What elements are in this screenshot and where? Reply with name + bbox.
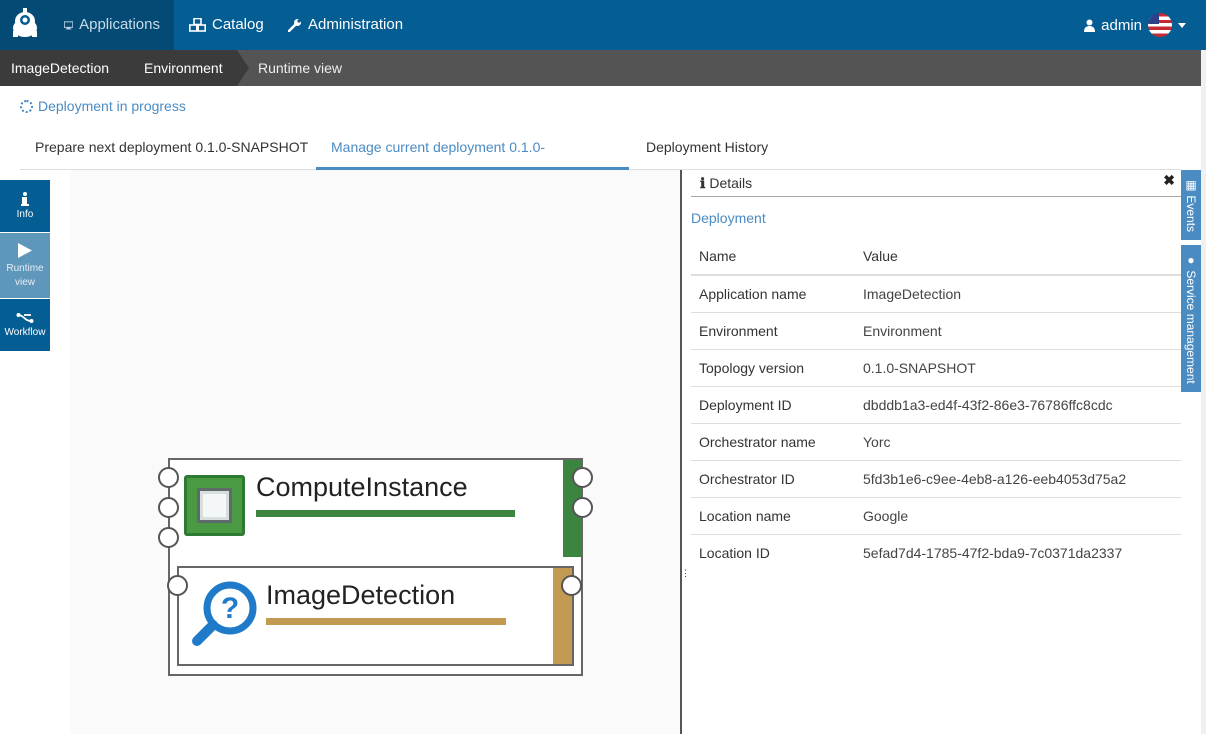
table-row: Location ID 5efad7d4-1785-47f2-bda9-7c03… <box>691 534 1181 571</box>
side-item-info-label: Info <box>16 209 34 220</box>
wrench-icon <box>288 19 301 32</box>
row-key: Orchestrator ID <box>691 460 855 498</box>
breadcrumb-environment[interactable]: Environment <box>124 50 237 86</box>
app-capability-port[interactable] <box>561 575 582 596</box>
app-node-underline <box>266 618 506 625</box>
events-icon: ▦ <box>1184 177 1198 196</box>
close-icon[interactable]: ✖ <box>1163 172 1175 189</box>
cpu-chip-icon <box>184 475 245 536</box>
compute-requirement-port[interactable] <box>158 497 179 518</box>
chevron-down-icon <box>1178 22 1186 28</box>
table-row: Application name ImageDetection <box>691 275 1181 313</box>
info-icon <box>21 192 29 206</box>
row-value: 5efad7d4-1785-47f2-bda9-7c0371da2337 <box>863 544 1123 561</box>
details-panel: ℹ Details ✖ Deployment Name Value Applic… <box>691 170 1181 734</box>
column-header-name: Name <box>691 237 855 276</box>
breadcrumb: ImageDetection Environment Runtime view <box>0 50 1201 86</box>
table-row: Environment Environment <box>691 312 1181 350</box>
events-tab[interactable]: ▦ Events <box>1181 170 1201 240</box>
deployment-status: Deployment in progress <box>20 98 186 114</box>
row-key: Deployment ID <box>691 386 855 424</box>
monitor-icon <box>64 20 74 29</box>
cubes-icon <box>189 18 206 32</box>
app-node-name: ImageDetection <box>266 580 456 610</box>
app-requirement-port[interactable] <box>167 575 188 596</box>
logo-icon <box>13 8 37 37</box>
workflow-icon <box>16 313 34 323</box>
compute-requirement-port[interactable] <box>158 527 179 548</box>
table-row: Orchestrator ID 5fd3b1e6-c9ee-4eb8-a126-… <box>691 460 1181 498</box>
compute-node-underline <box>256 510 515 517</box>
nav-catalog[interactable]: Catalog <box>175 0 278 50</box>
row-key: Orchestrator name <box>691 423 855 461</box>
row-key: Environment <box>691 312 855 350</box>
compute-node-name: ComputeInstance <box>256 472 468 502</box>
nav-applications[interactable]: Applications <box>50 0 174 50</box>
details-title: Details <box>709 175 753 191</box>
nav-catalog-label: Catalog <box>212 16 264 33</box>
breadcrumb-application[interactable]: ImageDetection <box>0 50 124 86</box>
info-icon: ℹ <box>700 174 706 191</box>
table-row: Location name Google <box>691 497 1181 535</box>
svg-text:?: ? <box>221 592 239 625</box>
table-row: Topology version 0.1.0-SNAPSHOT <box>691 349 1181 387</box>
globe-icon: ● <box>1184 253 1198 271</box>
service-management-tab[interactable]: ● Service management <box>1181 245 1201 392</box>
row-value: Google <box>855 497 1181 535</box>
spinner-icon <box>20 99 33 113</box>
user-menu[interactable]: admin <box>1084 0 1186 50</box>
row-value: 0.1.0-SNAPSHOT <box>855 349 1181 387</box>
row-value: dbddb1a3-ed4f-43f2-86e3-76786ffc8cdc <box>855 386 1181 424</box>
side-menu: Info Runtime view Workflow <box>0 180 50 352</box>
side-item-workflow[interactable]: Workflow <box>0 299 50 351</box>
page-scrollbar[interactable] <box>1201 50 1206 734</box>
row-value: 5fd3b1e6-c9ee-4eb8-a126-eeb4053d75a2 <box>855 460 1181 498</box>
row-key: Application name <box>691 275 855 313</box>
compute-capability-port[interactable] <box>572 497 593 518</box>
breadcrumb-runtime-view: Runtime view <box>258 60 343 76</box>
play-icon <box>18 242 32 258</box>
breadcrumb-separator <box>237 50 249 86</box>
us-flag-icon[interactable] <box>1148 13 1172 37</box>
side-item-workflow-label: Workflow <box>4 327 46 338</box>
deployment-status-text: Deployment in progress <box>38 98 186 114</box>
nav-administration[interactable]: Administration <box>274 0 417 50</box>
deployment-tabs: Prepare next deployment 0.1.0-SNAPSHOT M… <box>20 132 1181 185</box>
username: admin <box>1101 16 1142 34</box>
user-icon <box>1084 19 1096 32</box>
side-item-runtime-view[interactable]: Runtime view <box>0 233 50 298</box>
tab-deployment-history[interactable]: Deployment History <box>631 132 783 170</box>
unknown-component-icon: ? <box>192 581 257 646</box>
details-section-title: Deployment <box>691 210 766 226</box>
splitter-handle-icon[interactable]: ⋮ <box>681 568 690 579</box>
side-item-runtime-view-label: Runtime view <box>6 262 44 288</box>
alien4cloud-logo[interactable] <box>0 0 50 50</box>
nav-administration-label: Administration <box>308 16 404 33</box>
row-key: Topology version <box>691 349 855 387</box>
details-header: ℹ Details ✖ <box>691 170 1181 197</box>
nav-applications-label: Applications <box>79 16 160 33</box>
compute-requirement-port[interactable] <box>158 467 179 488</box>
row-value: ImageDetection <box>855 275 1181 313</box>
column-header-value: Value <box>855 237 1181 276</box>
deployment-details-table: Name Value Application name ImageDetecti… <box>691 237 1181 571</box>
table-row: Orchestrator name Yorc <box>691 423 1181 461</box>
row-value: Environment <box>855 312 1181 350</box>
row-key: Location ID <box>699 544 770 561</box>
row-key: Location name <box>691 497 855 535</box>
side-item-info[interactable]: Info <box>0 180 50 232</box>
top-navbar: Applications Catalog Administration admi… <box>0 0 1206 50</box>
tab-manage-current-deployment[interactable]: Manage current deployment 0.1.0-SNAPSHOT <box>316 132 629 185</box>
table-header-row: Name Value <box>691 237 1181 276</box>
compute-capability-port[interactable] <box>572 467 593 488</box>
events-tab-label: Events <box>1184 195 1198 233</box>
row-value: Yorc <box>855 423 1181 461</box>
table-row: Deployment ID dbddb1a3-ed4f-43f2-86e3-76… <box>691 386 1181 424</box>
tab-prepare-next-deployment[interactable]: Prepare next deployment 0.1.0-SNAPSHOT <box>20 132 323 170</box>
panel-splitter[interactable] <box>680 170 682 734</box>
service-management-tab-label: Service management <box>1184 270 1198 384</box>
